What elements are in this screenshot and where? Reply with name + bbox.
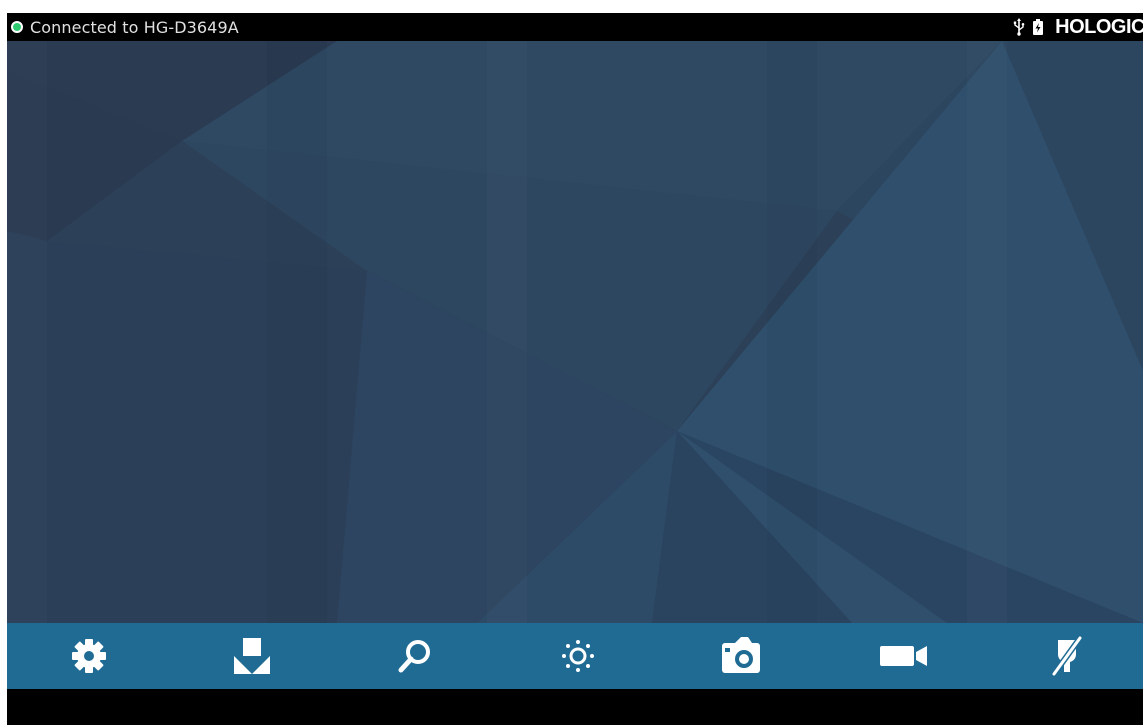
background-pattern xyxy=(7,41,1143,623)
status-bar: Connected to HG-D3649A HOLOGIC xyxy=(7,13,1143,41)
bottom-toolbar xyxy=(7,623,1143,689)
search-icon xyxy=(398,640,430,673)
import-button[interactable] xyxy=(212,623,292,689)
capture-photo-button[interactable] xyxy=(701,623,781,689)
gear-icon xyxy=(72,639,106,673)
brightness-button[interactable] xyxy=(538,623,618,689)
device-screen: Connected to HG-D3649A HOLOGIC xyxy=(7,13,1143,725)
usb-icon xyxy=(1013,18,1025,36)
brightness-icon xyxy=(562,640,594,672)
battery-charging-icon xyxy=(1033,19,1044,35)
pen-disabled-icon xyxy=(1051,636,1083,676)
connection-status: Connected to HG-D3649A xyxy=(11,13,239,41)
video-camera-icon xyxy=(880,646,927,666)
record-video-button[interactable] xyxy=(864,623,944,689)
hologic-logo: HOLOGIC xyxy=(1055,15,1143,38)
connection-status-text: Connected to HG-D3649A xyxy=(30,17,239,37)
camera-icon xyxy=(722,637,760,673)
status-right-group: HOLOGIC xyxy=(1013,13,1143,41)
zoom-button[interactable] xyxy=(375,623,455,689)
bottom-bar xyxy=(7,689,1143,725)
connection-indicator-icon xyxy=(11,21,23,33)
annotate-button[interactable] xyxy=(1027,623,1107,689)
import-icon xyxy=(234,638,270,674)
image-viewport[interactable] xyxy=(7,41,1143,623)
settings-button[interactable] xyxy=(49,623,129,689)
